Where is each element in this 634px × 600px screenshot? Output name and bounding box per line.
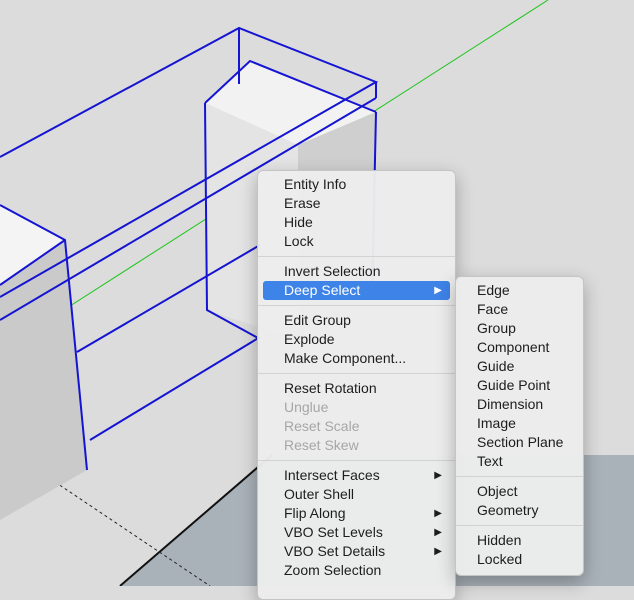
menu-item-make-component[interactable]: Make Component... [263, 349, 450, 368]
menu-item-zoom-selection[interactable]: Zoom Selection [263, 561, 450, 580]
menu-item-intersect-faces[interactable]: Intersect Faces ▶ [263, 466, 450, 485]
menu-item-edge[interactable]: Edge [461, 281, 578, 300]
menu-item-object[interactable]: Object [461, 482, 578, 501]
menu-item-label: Reset Skew [284, 437, 359, 453]
menu-item-guide-point[interactable]: Guide Point [461, 376, 578, 395]
menu-separator [456, 476, 583, 477]
menu-item-label: Edit Group [284, 312, 351, 328]
menu-item-label: Text [477, 453, 503, 469]
menu-item-label: Invert Selection [284, 263, 381, 279]
menu-item-reset-skew: Reset Skew [263, 436, 450, 455]
menu-item-label: Make Component... [284, 350, 407, 366]
menu-item-label: VBO Set Details [284, 543, 386, 559]
menu-item-label: Component [477, 339, 550, 355]
menu-item-label: Explode [284, 331, 335, 347]
menu-item-label: Geometry [477, 502, 539, 518]
menu-item-locked[interactable]: Locked [461, 550, 578, 569]
menu-item-label: Edge [477, 282, 510, 298]
menu-item-image[interactable]: Image [461, 414, 578, 433]
menu-item-deep-select[interactable]: Deep Select ▶ [263, 281, 450, 300]
submenu-arrow-icon: ▶ [434, 546, 442, 557]
menu-item-invert-selection[interactable]: Invert Selection [263, 262, 450, 281]
menu-separator [258, 256, 455, 257]
menu-item-label: Intersect Faces [284, 467, 380, 483]
menu-separator [258, 373, 455, 374]
menu-item-label: Object [477, 483, 518, 499]
menu-item-label: Reset Scale [284, 418, 360, 434]
menu-item-label: Reset Rotation [284, 380, 377, 396]
menu-item-vbo-set-levels[interactable]: VBO Set Levels ▶ [263, 523, 450, 542]
menu-item-label: Locked [477, 551, 523, 567]
menu-item-hidden[interactable]: Hidden [461, 531, 578, 550]
submenu-arrow-icon: ▶ [434, 527, 442, 538]
menu-item-reset-rotation[interactable]: Reset Rotation [263, 379, 450, 398]
menu-item-guide[interactable]: Guide [461, 357, 578, 376]
menu-item-explode[interactable]: Explode [263, 330, 450, 349]
menu-item-label: Hidden [477, 532, 522, 548]
menu-item-lock[interactable]: Lock [263, 232, 450, 251]
menu-item-label: Dimension [477, 396, 544, 412]
menu-item-component[interactable]: Component [461, 338, 578, 357]
menu-item-label: Outer Shell [284, 486, 355, 502]
submenu-arrow-icon: ▶ [434, 285, 442, 296]
menu-item-label: Entity Info [284, 176, 347, 192]
menu-item-label: Hide [284, 214, 313, 230]
menu-item-label: Face [477, 301, 509, 317]
menu-item-group[interactable]: Group [461, 319, 578, 338]
menu-item-outer-shell[interactable]: Outer Shell [263, 485, 450, 504]
menu-item-edit-group[interactable]: Edit Group [263, 311, 450, 330]
menu-item-flip-along[interactable]: Flip Along ▶ [263, 504, 450, 523]
menu-item-label: Image [477, 415, 516, 431]
menu-item-label: Zoom Selection [284, 562, 382, 578]
deep-select-submenu: Edge Face Group Component Guide Guide Point Di… [455, 276, 584, 576]
menu-separator [258, 460, 455, 461]
submenu-arrow-icon: ▶ [434, 470, 442, 481]
menu-item-label: Section Plane [477, 434, 564, 450]
menu-item-entity-info[interactable]: Entity Info [263, 175, 450, 194]
menu-item-label: Unglue [284, 399, 329, 415]
menu-item-label: Deep Select [284, 282, 361, 298]
menu-item-face[interactable]: Face [461, 300, 578, 319]
menu-item-label: Lock [284, 233, 314, 249]
menu-item-text[interactable]: Text [461, 452, 578, 471]
menu-item-hide[interactable]: Hide [263, 213, 450, 232]
menu-item-label: Flip Along [284, 505, 346, 521]
menu-item-label: VBO Set Levels [284, 524, 383, 540]
menu-item-erase[interactable]: Erase [263, 194, 450, 213]
menu-item-label: Group [477, 320, 516, 336]
menu-item-label: Erase [284, 195, 321, 211]
menu-separator [456, 525, 583, 526]
menu-item-section-plane[interactable]: Section Plane [461, 433, 578, 452]
menu-item-reset-scale: Reset Scale [263, 417, 450, 436]
menu-item-label: Guide [477, 358, 515, 374]
menu-item-dimension[interactable]: Dimension [461, 395, 578, 414]
menu-item-label: Guide Point [477, 377, 551, 393]
menu-item-vbo-set-details[interactable]: VBO Set Details ▶ [263, 542, 450, 561]
submenu-arrow-icon: ▶ [434, 508, 442, 519]
context-menu: Entity Info Erase Hide Lock Invert Selection… [257, 170, 456, 600]
menu-item-unglue: Unglue [263, 398, 450, 417]
menu-separator [258, 305, 455, 306]
menu-item-geometry[interactable]: Geometry [461, 501, 578, 520]
